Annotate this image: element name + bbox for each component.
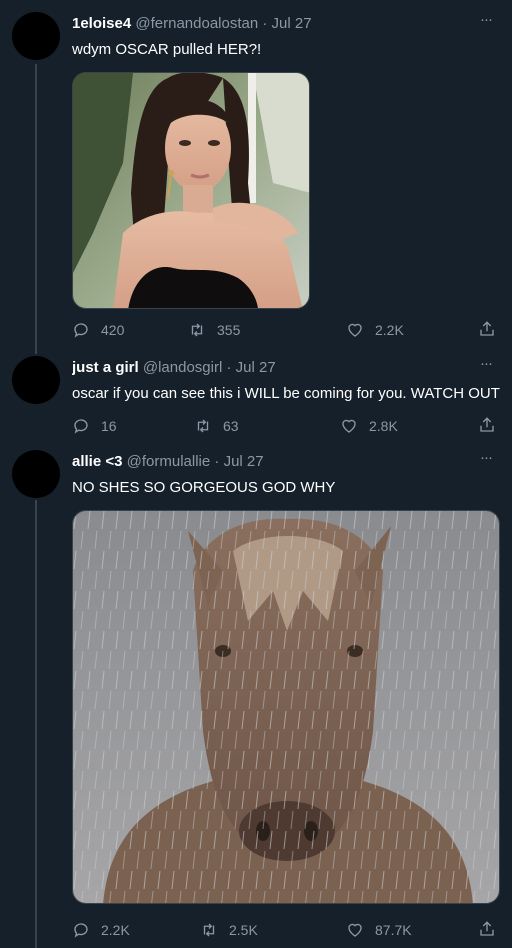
reply-button[interactable]: 420 [72, 320, 124, 340]
like-count: 2.8K [369, 418, 398, 434]
tweet-image[interactable] [72, 72, 310, 309]
reply-icon [74, 323, 88, 338]
share-icon [480, 321, 494, 336]
share-icon [480, 417, 494, 432]
tweet[interactable]: 1eloise4 @fernandoalostan · Jul 27 ··· w… [0, 11, 512, 354]
retweet-icon [191, 323, 203, 337]
tweet-date[interactable]: Jul 27 [272, 15, 312, 32]
retweet-icon [197, 419, 209, 433]
retweet-button[interactable]: 63 [194, 416, 239, 436]
tweet-header: allie <3 @formulallie · Jul 27 [72, 452, 468, 472]
tweet-header: just a girl @landosgirl · Jul 27 [72, 358, 468, 378]
tweet-actions: 2.2K 2.5K 87.7K [72, 920, 500, 940]
retweet-count: 2.5K [229, 922, 258, 938]
share-button[interactable] [478, 320, 496, 343]
horse-in-rain-photo [73, 511, 499, 903]
more-icon[interactable]: ··· [474, 10, 498, 34]
reply-count: 16 [101, 418, 117, 434]
like-icon [348, 323, 362, 337]
author-name[interactable]: 1eloise4 [72, 15, 131, 32]
tweet-text: NO SHES SO GORGEOUS GOD WHY [72, 479, 336, 496]
retweet-button[interactable]: 355 [188, 320, 240, 340]
author-name[interactable]: allie <3 [72, 453, 122, 470]
avatar[interactable] [12, 356, 60, 404]
retweet-button[interactable]: 2.5K [200, 920, 258, 940]
separator: · [214, 453, 220, 470]
more-icon[interactable]: ··· [474, 354, 498, 378]
tweet[interactable]: just a girl @landosgirl · Jul 27 ··· osc… [0, 355, 512, 438]
tweet-date[interactable]: Jul 27 [236, 359, 276, 376]
like-icon [348, 923, 362, 937]
tweet-actions: 420 355 2.2K [72, 320, 500, 340]
author-name[interactable]: just a girl [72, 359, 139, 376]
retweet-count: 355 [217, 322, 241, 338]
tweet-actions: 16 63 2.8K [72, 416, 500, 436]
tweet-header: 1eloise4 @fernandoalostan · Jul 27 [72, 14, 468, 34]
avatar[interactable] [12, 450, 60, 498]
retweet-icon [203, 923, 215, 937]
tweet[interactable]: allie <3 @formulallie · Jul 27 ··· NO SH… [0, 449, 512, 948]
like-button[interactable]: 2.8K [340, 416, 398, 436]
like-count: 2.2K [375, 322, 404, 338]
like-button[interactable]: 87.7K [346, 920, 412, 940]
like-button[interactable]: 2.2K [346, 320, 404, 340]
share-button[interactable] [478, 416, 496, 439]
reply-button[interactable]: 16 [72, 416, 117, 436]
avatar[interactable] [12, 12, 60, 60]
separator: · [226, 359, 232, 376]
like-count: 87.7K [375, 922, 412, 938]
tweet-text: wdym OSCAR pulled HER?! [72, 41, 262, 58]
author-handle[interactable]: @landosgirl [143, 359, 222, 376]
like-icon [342, 419, 356, 433]
retweet-count: 63 [223, 418, 239, 434]
author-handle[interactable]: @fernandoalostan [135, 15, 258, 32]
tweet-image[interactable] [72, 510, 500, 904]
reply-count: 2.2K [101, 922, 130, 938]
separator: · [262, 15, 268, 32]
tweet-date[interactable]: Jul 27 [224, 453, 264, 470]
reply-button[interactable]: 2.2K [72, 920, 130, 940]
share-icon [480, 921, 494, 936]
reply-icon [74, 419, 88, 434]
share-button[interactable] [478, 920, 496, 943]
reply-icon [74, 923, 88, 938]
tweet-text: oscar if you can see this i WILL be comi… [72, 385, 500, 402]
woman-photo [73, 73, 309, 308]
author-handle[interactable]: @formulallie [127, 453, 211, 470]
more-icon[interactable]: ··· [474, 448, 498, 472]
reply-count: 420 [101, 322, 125, 338]
